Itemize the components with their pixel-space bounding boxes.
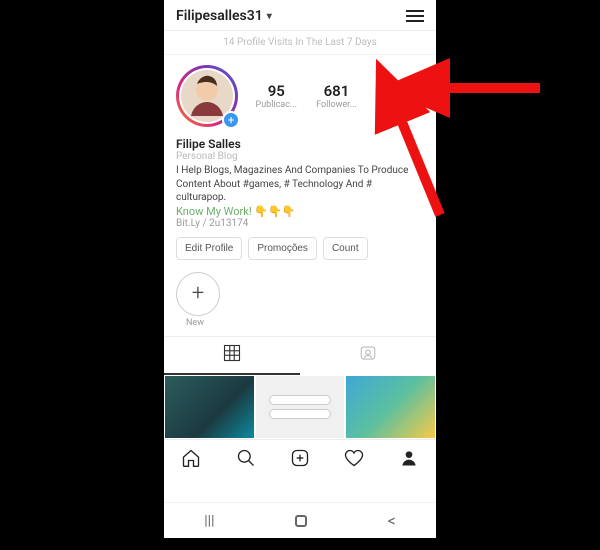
followers-count: 681 bbox=[316, 82, 357, 100]
bio-text: I Help Blogs, Magazines And Companies To… bbox=[176, 164, 424, 205]
display-name: Filipe Salles bbox=[176, 137, 424, 151]
annotation-arrow-icon bbox=[420, 70, 550, 114]
grid-tab[interactable] bbox=[164, 337, 300, 375]
home-icon[interactable] bbox=[181, 448, 201, 472]
story-highlights: + New bbox=[164, 268, 436, 336]
category: Personal Blog bbox=[176, 151, 424, 162]
bio-link[interactable]: Bit.Ly / 2u13174 bbox=[176, 218, 424, 229]
search-icon[interactable] bbox=[236, 448, 256, 472]
bio-section: Filipe Salles Personal Blog I Help Blogs… bbox=[164, 131, 436, 237]
recents-button[interactable]: ||| bbox=[204, 513, 214, 529]
hamburger-menu-icon[interactable] bbox=[406, 10, 424, 22]
post-thumbnail[interactable] bbox=[255, 375, 346, 439]
edit-profile-button[interactable]: Edit Profile bbox=[176, 237, 242, 260]
posts-stat[interactable]: 95 Publicac... bbox=[256, 82, 298, 110]
promotions-button[interactable]: Promoções bbox=[248, 237, 317, 260]
posts-label: Publicac... bbox=[256, 100, 298, 110]
instagram-profile-screen: Filipesalles31 ▾ 14 Profile Visits In Th… bbox=[164, 0, 436, 538]
profile-actions: Edit Profile Promoções Count bbox=[164, 237, 436, 268]
avatar[interactable]: + bbox=[176, 65, 238, 127]
username-text: Filipesalles31 bbox=[176, 8, 263, 24]
insights-banner[interactable]: 14 Profile Visits In The Last 7 Days bbox=[164, 31, 436, 55]
tagged-tab[interactable] bbox=[300, 337, 436, 375]
followers-stat[interactable]: 681 Follower... bbox=[316, 82, 357, 110]
grid-icon bbox=[223, 344, 241, 362]
chevron-down-icon: ▾ bbox=[267, 11, 272, 22]
post-thumbnail[interactable] bbox=[345, 375, 436, 439]
contact-button[interactable]: Count bbox=[323, 237, 368, 260]
bottom-nav bbox=[164, 439, 436, 480]
following-label: Following bbox=[376, 100, 415, 110]
posts-count: 95 bbox=[256, 82, 298, 100]
back-button[interactable]: < bbox=[388, 511, 396, 530]
following-stat[interactable]: 1.286 Following bbox=[376, 82, 415, 110]
activity-icon[interactable] bbox=[344, 448, 364, 472]
profile-header: Filipesalles31 ▾ bbox=[164, 0, 436, 31]
new-highlight-button[interactable]: + bbox=[176, 272, 220, 316]
followers-label: Follower... bbox=[316, 100, 357, 110]
tagged-icon bbox=[359, 344, 377, 362]
post-grid bbox=[164, 375, 436, 439]
bio-cta: Know My Work! 👇👇👇 bbox=[176, 205, 424, 218]
new-highlight-label: New bbox=[176, 318, 424, 328]
profile-icon[interactable] bbox=[399, 448, 419, 472]
create-icon[interactable] bbox=[290, 448, 310, 472]
following-count: 1.286 bbox=[376, 82, 415, 100]
android-nav-bar: ||| < bbox=[164, 502, 436, 538]
stats-row: + 95 Publicac... 681 Follower... 1.286 F… bbox=[164, 55, 436, 131]
username-dropdown[interactable]: Filipesalles31 ▾ bbox=[176, 8, 272, 24]
post-thumbnail[interactable] bbox=[164, 375, 255, 439]
add-story-icon[interactable]: + bbox=[222, 111, 240, 129]
home-button[interactable] bbox=[295, 515, 307, 527]
feed-tabs bbox=[164, 336, 436, 375]
